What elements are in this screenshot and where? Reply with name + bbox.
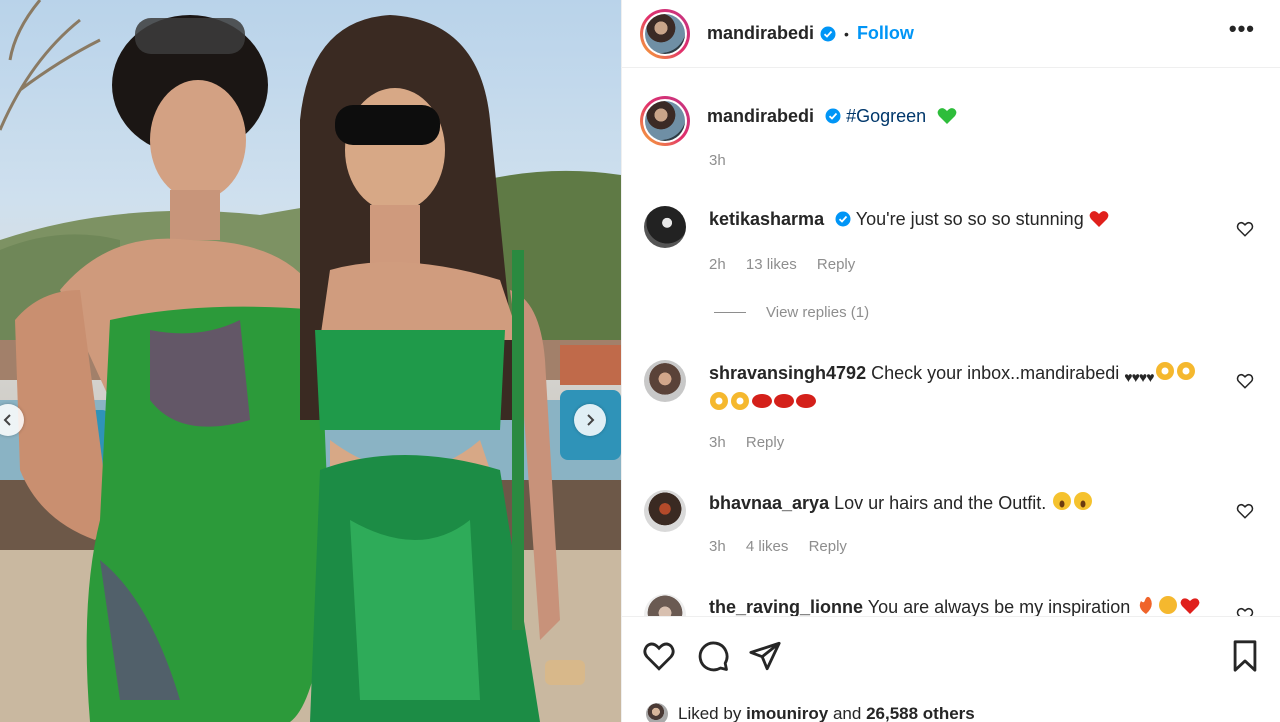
ok-hand-emoji-icon [710,392,749,410]
share-icon[interactable] [748,639,782,673]
likes-and-label: and [832,704,862,722]
fire-heart-emoji-icon [1140,596,1200,614]
commenter-username[interactable]: shravansingh4792 [709,363,866,383]
post-image [0,0,621,722]
other-likes-count[interactable]: 26,588 others [866,704,975,722]
post-photo [0,0,621,722]
comment-meta: 3h 4 likes Reply [709,538,863,555]
reply-button[interactable]: Reply [817,256,855,273]
comment-text: Lov ur hairs and the Outfit. [834,493,1047,513]
post-actions-bar: Liked by imouniroy and 26,588 others [622,616,1280,722]
comment-meta: 2h 13 likes Reply [709,256,871,273]
liker-avatar [646,703,668,722]
comment-likes[interactable]: 4 likes [746,538,789,555]
ok-hand-emoji-icon [1155,362,1195,380]
post-caption: mandirabedi #Gogreen 3h [640,96,1260,169]
author-username[interactable]: mandirabedi [707,23,814,44]
comment-icon[interactable] [696,639,730,673]
likes-summary[interactable]: Liked by imouniroy and 26,588 others [646,703,975,722]
next-photo-button[interactable] [574,404,606,436]
author-avatar[interactable] [640,8,690,59]
verified-badge-icon [825,108,841,124]
more-options-icon[interactable]: ••• [1229,16,1255,42]
commenter-username[interactable]: bhavnaa_arya [709,493,829,513]
heart-icon[interactable] [1236,220,1254,238]
caption-username[interactable]: mandirabedi [707,106,814,126]
reply-button[interactable]: Reply [746,434,784,451]
follow-button[interactable]: Follow [857,23,914,44]
comment-text: You're just so so so stunning [855,209,1084,229]
liker-username[interactable]: imouniroy [746,704,828,722]
chevron-left-icon [3,414,11,426]
post-detail-panel: mandirabedi • Follow ••• mandirabedi #Go… [621,0,1280,722]
reply-button[interactable]: Reply [809,538,847,555]
black-hearts-emoji-icon: ♥♥♥♥ [1124,369,1154,385]
red-heart-emoji-icon [1089,211,1109,227]
view-replies-label: View replies (1) [766,304,870,321]
commenter-username[interactable]: the_raving_lionne [709,597,863,617]
lips-emoji-icon [752,394,816,408]
verified-badge-icon [835,211,851,227]
view-replies-button[interactable]: View replies (1) [714,304,869,321]
caption-time: 3h [709,152,726,169]
heart-icon[interactable] [1236,372,1254,390]
comment-text: Check your inbox..mandirabedi [871,363,1120,383]
commenter-avatar[interactable] [644,360,686,402]
commenter-avatar[interactable] [644,490,686,532]
green-heart-emoji-icon [937,108,957,124]
chevron-right-icon [587,414,595,426]
heart-icon[interactable] [1236,502,1254,520]
astonished-face-emoji-icon [1053,492,1093,510]
separator-dot: • [844,25,849,42]
comment-time: 3h [709,434,726,451]
comment-text: You are always be my inspiration [867,597,1131,617]
comment-time: 3h [709,538,726,555]
comment-likes[interactable]: 13 likes [746,256,797,273]
commenter-username[interactable]: ketikasharma [709,209,824,229]
bookmark-icon[interactable] [1228,639,1262,673]
comment-meta: 3h Reply [709,434,800,451]
post-header: mandirabedi • Follow ••• [622,0,1280,68]
liked-by-label: Liked by [678,704,742,722]
comment-time: 2h [709,256,726,273]
caption-avatar[interactable] [640,96,690,146]
verified-badge-icon [820,26,836,41]
hashtag-link[interactable]: #Gogreen [846,106,926,126]
commenter-avatar[interactable] [644,206,686,248]
heart-icon[interactable] [642,639,676,673]
